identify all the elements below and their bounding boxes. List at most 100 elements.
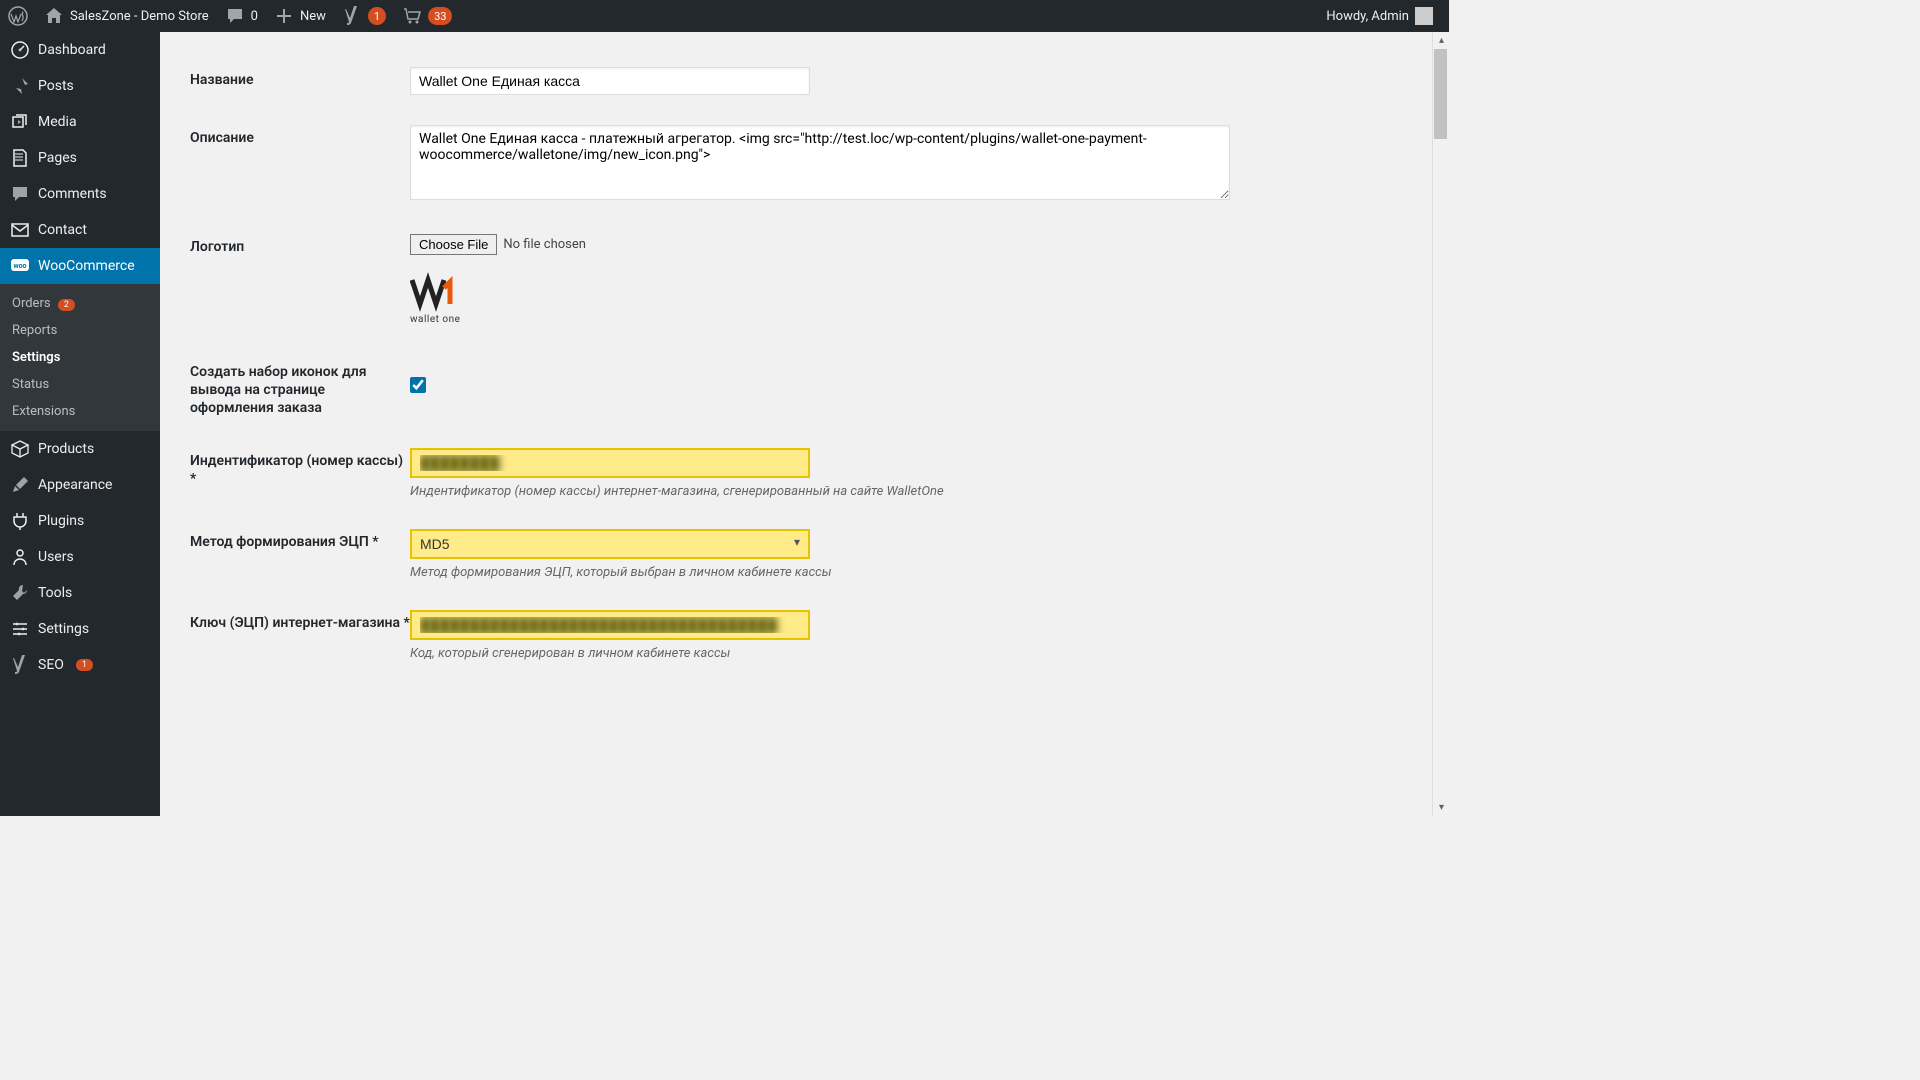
help-merchant-id: Индентификатор (номер кассы) интернет-ма…: [410, 484, 1419, 499]
woocommerce-icon: woo: [10, 256, 30, 276]
dashboard-icon: [10, 40, 30, 60]
label-merchant-id: Индентификатор (номер кассы) *: [190, 448, 410, 488]
no-file-text: No file chosen: [503, 237, 586, 252]
label-signature-method: Метод формирования ЭЦП *: [190, 529, 410, 551]
submenu-status[interactable]: Status: [0, 371, 160, 398]
comment-icon: [225, 6, 245, 26]
choose-file-button[interactable]: Choose File: [410, 234, 497, 255]
yoast-icon: [342, 6, 362, 26]
wordpress-icon: [8, 6, 28, 26]
seo-icon: [10, 655, 30, 675]
cart-badge: 33: [428, 7, 452, 25]
yoast-seo[interactable]: 1: [334, 0, 394, 32]
sidebar-item-label: Settings: [38, 621, 89, 637]
cart-icon: [402, 6, 422, 26]
new-label: New: [300, 9, 326, 24]
sidebar-item-comments[interactable]: Comments: [0, 176, 160, 212]
label-title: Название: [190, 67, 410, 89]
logo-preview: wallet one: [410, 267, 488, 329]
logo-brand-text: wallet one: [410, 314, 460, 325]
row-logo: Логотип Choose File No file chosen walle…: [180, 219, 1429, 344]
sidebar-item-posts[interactable]: Posts: [0, 68, 160, 104]
label-iconset: Создать набор иконок для вывода на стран…: [190, 359, 410, 418]
row-description: Описание Wallet One Единая касса - плате…: [180, 110, 1429, 219]
select-signature-method[interactable]: MD5: [410, 529, 810, 559]
sidebar-item-contact[interactable]: Contact: [0, 212, 160, 248]
label-secret-key: Ключ (ЭЦП) интернет-магазина *: [190, 610, 410, 632]
tools-icon: [10, 583, 30, 603]
media-icon: [10, 112, 30, 132]
input-title[interactable]: [410, 67, 810, 95]
yoast-badge: 1: [368, 7, 386, 25]
pages-icon: [10, 148, 30, 168]
scroll-down-icon[interactable]: ▾: [1433, 799, 1450, 816]
scrollbar-thumb[interactable]: [1434, 49, 1447, 139]
row-signature-method: Метод формирования ЭЦП * MD5 Метод форми…: [180, 514, 1429, 595]
sliders-icon: [10, 619, 30, 639]
home-icon: [44, 6, 64, 26]
label-logo: Логотип: [190, 234, 410, 256]
plugin-icon: [10, 511, 30, 531]
scroll-up-icon[interactable]: ▴: [1433, 32, 1450, 49]
row-title: Название: [180, 52, 1429, 110]
checkbox-iconset[interactable]: [410, 377, 426, 393]
sidebar-item-label: Dashboard: [38, 42, 106, 58]
sidebar-item-dashboard[interactable]: Dashboard: [0, 32, 160, 68]
sidebar-item-label: Media: [38, 114, 77, 130]
site-home[interactable]: SalesZone - Demo Store: [36, 0, 217, 32]
new-content[interactable]: New: [266, 0, 334, 32]
mail-icon: [10, 220, 30, 240]
sidebar-item-products[interactable]: Products: [0, 431, 160, 467]
input-secret-key[interactable]: [410, 610, 810, 640]
sidebar-item-label: Users: [38, 549, 74, 565]
sidebar-item-media[interactable]: Media: [0, 104, 160, 140]
submenu-reports[interactable]: Reports: [0, 317, 160, 344]
row-iconset: Создать набор иконок для вывода на стран…: [180, 344, 1429, 433]
sidebar-item-appearance[interactable]: Appearance: [0, 467, 160, 503]
row-secret-key: Ключ (ЭЦП) интернет-магазина * Код, кото…: [180, 595, 1429, 676]
cart-link[interactable]: 33: [394, 0, 460, 32]
sidebar-item-plugins[interactable]: Plugins: [0, 503, 160, 539]
help-secret-key: Код, который сгенерирован в личном кабин…: [410, 646, 1419, 661]
howdy-text: Howdy, Admin: [1326, 9, 1409, 24]
seo-count-badge: 1: [76, 659, 93, 671]
row-merchant-id: Индентификатор (номер кассы) * Индентифи…: [180, 433, 1429, 514]
plus-icon: [274, 6, 294, 26]
users-icon: [10, 547, 30, 567]
submenu-orders[interactable]: Orders 2: [0, 290, 160, 317]
help-signature-method: Метод формирования ЭЦП, который выбран в…: [410, 565, 1419, 580]
sidebar-item-label: SEO: [38, 657, 64, 673]
sidebar-item-label: Pages: [38, 150, 77, 166]
sidebar-item-label: Appearance: [38, 477, 112, 493]
input-merchant-id[interactable]: [410, 448, 810, 478]
textarea-description[interactable]: Wallet One Единая касса - платежный агре…: [410, 125, 1230, 200]
avatar: [1415, 7, 1433, 25]
admin-bar: SalesZone - Demo Store 0 New 1 33 Howdy,…: [0, 0, 1449, 32]
walletone-logo-icon: [410, 272, 480, 312]
woocommerce-submenu: Orders 2 Reports Settings Status Extensi…: [0, 284, 160, 431]
sidebar-item-settings[interactable]: Settings: [0, 611, 160, 647]
comments-link[interactable]: 0: [217, 0, 266, 32]
admin-sidebar: Dashboard Posts Media Pages Comments Con…: [0, 32, 160, 816]
submenu-settings[interactable]: Settings: [0, 344, 160, 371]
scrollbar[interactable]: ▴ ▾: [1432, 32, 1449, 816]
sidebar-item-label: Products: [38, 441, 94, 457]
sidebar-item-label: Tools: [38, 585, 72, 601]
label-description: Описание: [190, 125, 410, 147]
my-account[interactable]: Howdy, Admin: [1318, 0, 1441, 32]
sidebar-item-woocommerce[interactable]: woo WooCommerce: [0, 248, 160, 284]
site-title: SalesZone - Demo Store: [70, 9, 209, 24]
sidebar-item-pages[interactable]: Pages: [0, 140, 160, 176]
pin-icon: [10, 76, 30, 96]
sidebar-item-tools[interactable]: Tools: [0, 575, 160, 611]
comments-icon: [10, 184, 30, 204]
wp-logo[interactable]: [0, 0, 36, 32]
orders-count-badge: 2: [58, 299, 75, 311]
sidebar-item-users[interactable]: Users: [0, 539, 160, 575]
svg-text:woo: woo: [13, 262, 26, 270]
sidebar-item-label: WooCommerce: [38, 258, 135, 274]
sidebar-item-label: Plugins: [38, 513, 84, 529]
submenu-extensions[interactable]: Extensions: [0, 398, 160, 425]
comments-count: 0: [251, 9, 258, 24]
sidebar-item-seo[interactable]: SEO 1: [0, 647, 160, 683]
